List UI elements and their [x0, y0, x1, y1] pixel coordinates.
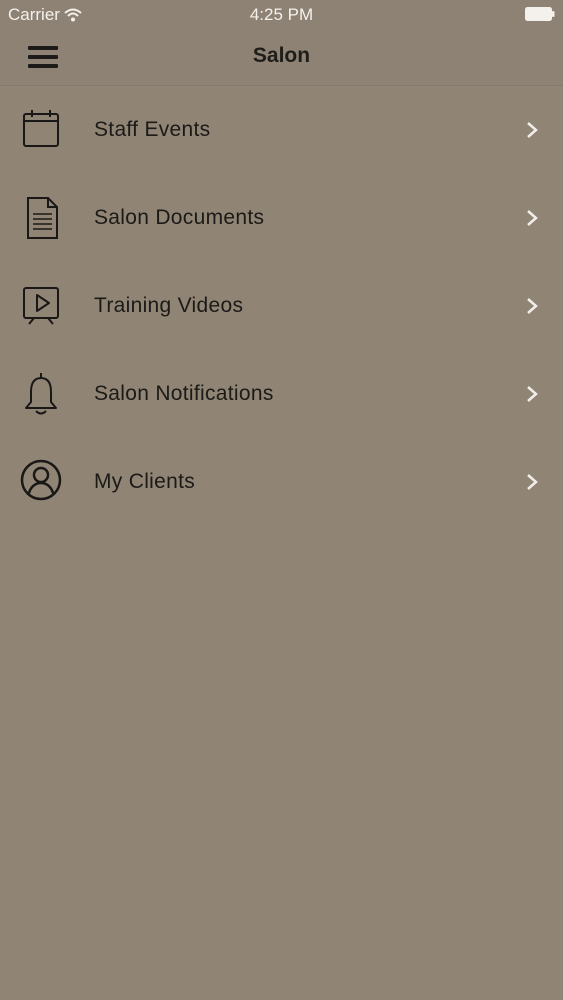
menu-item-salon-notifications[interactable]: Salon Notifications	[0, 350, 563, 438]
chevron-right-icon	[527, 474, 538, 490]
battery-icon	[525, 7, 555, 21]
calendar-icon	[23, 110, 59, 147]
status-time: 4:25 PM	[249, 5, 314, 24]
menu-item-label: Salon Documents	[94, 206, 265, 229]
menu-item-training-videos[interactable]: Training Videos	[0, 262, 563, 350]
menu-item-staff-events[interactable]: Staff Events	[0, 86, 563, 174]
menu-item-label: Training Videos	[94, 294, 244, 317]
menu-item-my-clients[interactable]: My Clients	[0, 438, 563, 526]
page-title: Salon	[252, 44, 311, 67]
document-icon	[27, 197, 58, 239]
bell-icon	[25, 373, 57, 415]
chevron-right-icon	[527, 210, 538, 226]
menu-item-label: Salon Notifications	[94, 382, 274, 405]
chevron-right-icon	[527, 386, 538, 402]
user-circle-icon	[20, 459, 62, 501]
menu-item-salon-documents[interactable]: Salon Documents	[0, 174, 563, 262]
video-presentation-icon	[23, 287, 59, 325]
navigation-bar: Salon	[0, 30, 563, 86]
chevron-right-icon	[527, 298, 538, 314]
menu-item-label: My Clients	[94, 470, 196, 493]
status-bar: Carrier 4:25 PM	[0, 0, 563, 30]
menu-item-label: Staff Events	[94, 118, 211, 141]
chevron-right-icon	[527, 122, 538, 138]
menu-list: Staff Events Salon Documents Training Vi…	[0, 86, 563, 526]
